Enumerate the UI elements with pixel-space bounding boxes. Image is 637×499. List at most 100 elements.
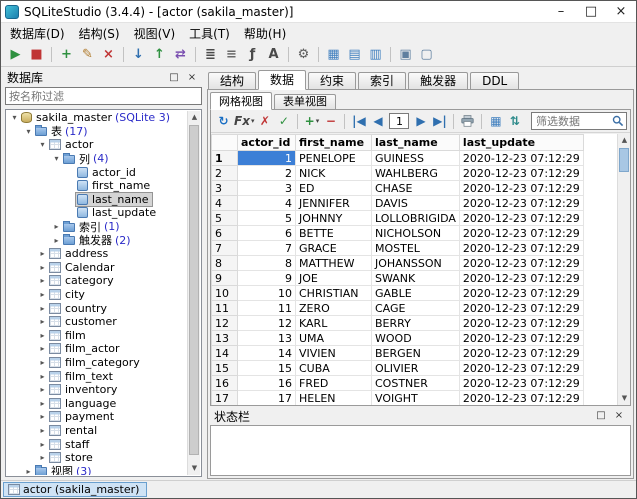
- function-editor-icon[interactable]: ƒ: [243, 45, 262, 64]
- row-number[interactable]: 12: [212, 316, 238, 331]
- close-window-icon[interactable]: ▢: [417, 45, 436, 64]
- grid-scrollbar-thumb[interactable]: [619, 148, 629, 172]
- grid-cell[interactable]: JOE: [296, 271, 372, 286]
- grid-cell[interactable]: 12: [238, 316, 296, 331]
- grid-cell[interactable]: KARL: [296, 316, 372, 331]
- row-number[interactable]: 6: [212, 226, 238, 241]
- row-number[interactable]: 16: [212, 376, 238, 391]
- tree-item[interactable]: ▸store: [7, 451, 187, 465]
- prev-row-icon[interactable]: ◀: [369, 113, 386, 130]
- expand-icon[interactable]: ▸: [37, 399, 48, 408]
- disconnect-database-icon[interactable]: ■: [27, 45, 46, 64]
- tree-item[interactable]: ▸category: [7, 274, 187, 288]
- edit-database-icon[interactable]: ✎: [78, 45, 97, 64]
- tab-indexes[interactable]: 索引: [358, 72, 406, 89]
- grid-cell[interactable]: GABLE: [372, 286, 460, 301]
- row-number[interactable]: 17: [212, 391, 238, 406]
- last-row-icon[interactable]: ▶|: [431, 113, 448, 130]
- data-filter-input[interactable]: [534, 114, 612, 129]
- tree-item-body[interactable]: first_name: [76, 179, 153, 192]
- import-icon[interactable]: ↓: [129, 45, 148, 64]
- tab-data[interactable]: 数据: [258, 70, 306, 90]
- export-icon[interactable]: ↑: [150, 45, 169, 64]
- grid-cell[interactable]: CUBA: [296, 361, 372, 376]
- grid-cell[interactable]: 14: [238, 346, 296, 361]
- tree-item-body[interactable]: address: [48, 247, 111, 260]
- row-number[interactable]: 11: [212, 301, 238, 316]
- restore-window-icon[interactable]: ▣: [396, 45, 415, 64]
- convert-database-icon[interactable]: ⇄: [171, 45, 190, 64]
- tile-windows-icon[interactable]: ▦: [324, 45, 343, 64]
- grid-cell[interactable]: LOLLOBRIGIDA: [372, 211, 460, 226]
- tree-item[interactable]: ▸触发器(2): [7, 233, 187, 247]
- next-row-icon[interactable]: ▶: [412, 113, 429, 130]
- tree-item-body[interactable]: actor: [48, 138, 96, 151]
- tree-item-body[interactable]: 列(4): [62, 152, 112, 165]
- grid-cell[interactable]: 2020-12-23 07:12:29: [459, 271, 583, 286]
- remove-database-icon[interactable]: ×: [99, 45, 118, 64]
- tree-item-selected-body[interactable]: last_name: [76, 193, 152, 206]
- tab-constraints[interactable]: 约束: [308, 72, 356, 89]
- grid-cell[interactable]: 2020-12-23 07:12:29: [459, 226, 583, 241]
- grid-cell[interactable]: 2020-12-23 07:12:29: [459, 151, 583, 166]
- tab-triggers[interactable]: 触发器: [408, 72, 468, 89]
- grid-cell[interactable]: JOHNNY: [296, 211, 372, 226]
- grid-cell[interactable]: GRACE: [296, 241, 372, 256]
- grid-cell[interactable]: 2020-12-23 07:12:29: [459, 256, 583, 271]
- collapse-icon[interactable]: ▾: [23, 127, 34, 136]
- grid-cell[interactable]: 2020-12-23 07:12:29: [459, 241, 583, 256]
- close-panel-icon[interactable]: ×: [184, 71, 200, 85]
- tree-item-body[interactable]: film_text: [48, 370, 116, 383]
- first-row-icon[interactable]: |◀: [350, 113, 367, 130]
- tree-item-body[interactable]: 索引(1): [62, 220, 123, 233]
- expand-icon[interactable]: ▸: [23, 467, 34, 475]
- tree-item-body[interactable]: 触发器(2): [62, 234, 134, 247]
- undock-panel-icon[interactable]: □: [593, 409, 609, 423]
- row-number[interactable]: 2: [212, 166, 238, 181]
- expand-icon[interactable]: ▸: [37, 372, 48, 381]
- tree-item[interactable]: ▾列(4): [7, 152, 187, 166]
- insert-row-icon[interactable]: +▾: [303, 113, 320, 130]
- grid-cell[interactable]: 2020-12-23 07:12:29: [459, 391, 583, 406]
- tree-item-body[interactable]: Calendar: [48, 261, 117, 274]
- row-number[interactable]: 14: [212, 346, 238, 361]
- grid-cell[interactable]: CHASE: [372, 181, 460, 196]
- collapse-icon[interactable]: ▾: [37, 140, 48, 149]
- expand-icon[interactable]: ▸: [37, 440, 48, 449]
- column-header-last_name[interactable]: last_name: [372, 135, 460, 151]
- row-number[interactable]: 15: [212, 361, 238, 376]
- grid-cell[interactable]: 2020-12-23 07:12:29: [459, 331, 583, 346]
- grid-cell[interactable]: 6: [238, 226, 296, 241]
- tree-item-body[interactable]: 表(17): [34, 125, 91, 138]
- grid-cell[interactable]: 13: [238, 331, 296, 346]
- ddl-history-icon[interactable]: ≡: [222, 45, 241, 64]
- export-results-icon[interactable]: ▦: [487, 113, 504, 130]
- tree-item-body[interactable]: actor_id: [76, 166, 139, 179]
- tree-item[interactable]: ▸film: [7, 329, 187, 343]
- tree-item-body[interactable]: last_update: [76, 206, 159, 219]
- expand-icon[interactable]: ▸: [37, 304, 48, 313]
- grid-cell[interactable]: PENELOPE: [296, 151, 372, 166]
- tree-item[interactable]: ▸Calendar: [7, 261, 187, 275]
- grid-cell[interactable]: JOHANSSON: [372, 256, 460, 271]
- tree-item[interactable]: ▸staff: [7, 437, 187, 451]
- grid-cell[interactable]: 4: [238, 196, 296, 211]
- grid-cell[interactable]: VOIGHT: [372, 391, 460, 406]
- expand-icon[interactable]: ▸: [37, 426, 48, 435]
- grid-cell[interactable]: 5: [238, 211, 296, 226]
- grid-cell[interactable]: NICK: [296, 166, 372, 181]
- grid-cell[interactable]: UMA: [296, 331, 372, 346]
- tree-item-body[interactable]: country: [48, 302, 110, 315]
- row-number[interactable]: 13: [212, 331, 238, 346]
- grid-cell[interactable]: 2020-12-23 07:12:29: [459, 196, 583, 211]
- grid-cell[interactable]: ZERO: [296, 301, 372, 316]
- grid-cell[interactable]: 11: [238, 301, 296, 316]
- tree-item-body[interactable]: language: [48, 397, 119, 410]
- tree-item[interactable]: ▾表(17): [7, 125, 187, 139]
- column-header-actor_id[interactable]: actor_id: [238, 135, 296, 151]
- tree-item[interactable]: ▸film_text: [7, 369, 187, 383]
- expand-icon[interactable]: ▸: [37, 358, 48, 367]
- print-icon[interactable]: [459, 113, 476, 130]
- grid-cell[interactable]: 2020-12-23 07:12:29: [459, 301, 583, 316]
- commit-icon[interactable]: ✓: [275, 113, 292, 130]
